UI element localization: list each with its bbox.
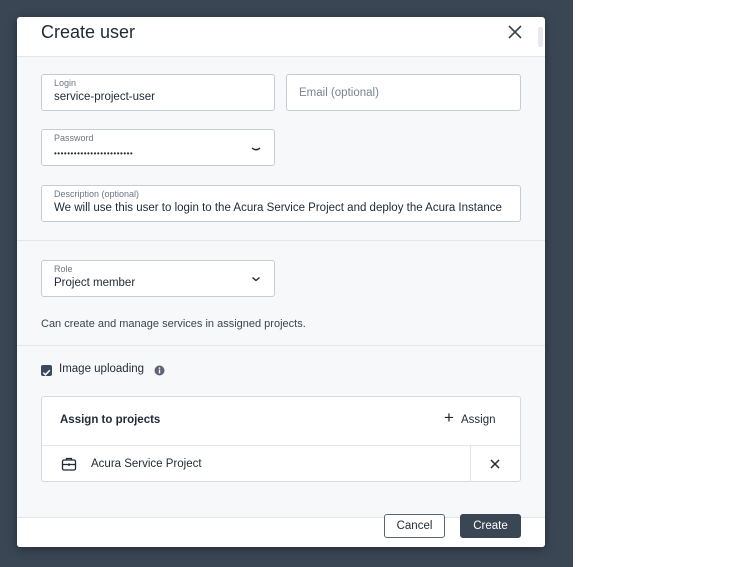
briefcase-icon [61,457,77,471]
cancel-button[interactable]: Cancel [384,514,445,538]
role-label: Role [54,264,73,274]
create-button[interactable]: Create [460,514,521,538]
section-divider [17,345,545,346]
assign-projects-panel: Assign to projects + Assign Acura Servic… [41,396,521,482]
email-field[interactable]: Email (optional) [286,74,521,111]
plus-icon: + [444,408,454,427]
create-user-dialog: Create user Login service-project-user E… [17,17,545,547]
section-divider [17,240,545,241]
password-value: •••••••••••••••••••••••• [54,149,134,158]
description-field[interactable]: Description (optional) We will use this … [41,185,521,222]
assign-projects-title: Assign to projects [60,414,161,426]
close-icon [490,459,500,469]
password-label: Password [54,133,94,143]
role-helper-text: Can create and manage services in assign… [41,318,306,330]
project-name: Acura Service Project [91,458,202,470]
role-select[interactable]: Role Project member [41,260,275,297]
login-value: service-project-user [54,91,155,103]
close-icon [508,25,522,39]
scrollbar[interactable] [538,27,543,47]
image-uploading-checkbox[interactable] [41,365,52,376]
description-label: Description (optional) [54,189,140,199]
eye-closed-icon[interactable] [251,146,261,152]
dialog-title: Create user [41,22,136,42]
email-placeholder: Email (optional) [299,87,379,99]
info-icon[interactable] [154,365,165,376]
check-icon [42,369,51,376]
role-value: Project member [54,277,136,289]
project-row: Acura Service Project [42,445,520,482]
description-value: We will use this user to login to the Ac… [54,202,502,214]
remove-project-button[interactable] [488,457,502,471]
image-uploading-label: Image uploading [59,363,145,375]
password-field[interactable]: Password •••••••••••••••••••••••• [41,129,275,166]
row-divider [470,446,471,482]
chevron-down-icon [252,276,260,282]
login-field[interactable]: Login service-project-user [41,74,275,111]
login-label: Login [54,78,77,88]
assign-button-label: Assign [461,414,496,426]
close-button[interactable] [503,20,527,44]
